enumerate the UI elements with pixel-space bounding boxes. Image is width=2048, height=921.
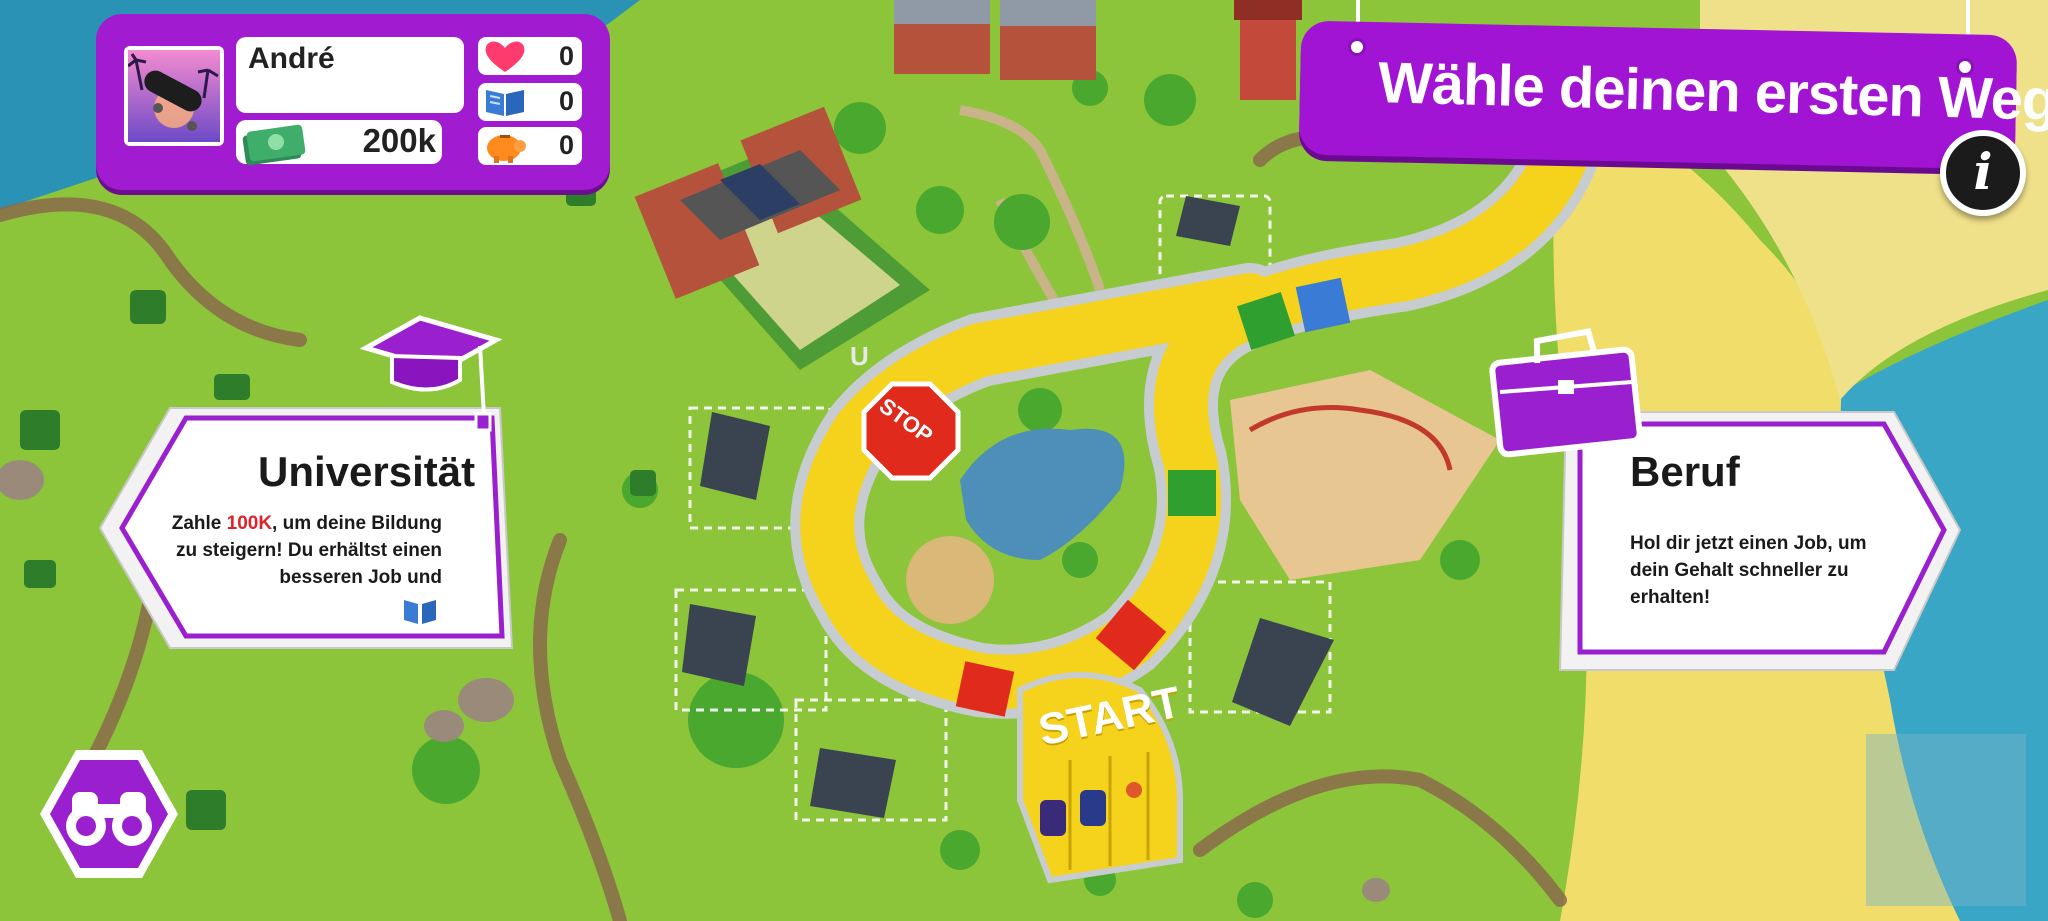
career-card[interactable]	[1480, 328, 1962, 680]
career-title: Beruf	[1630, 448, 1740, 495]
career-description: Hol dir jetzt einen Job, um dein Gehalt …	[1630, 533, 1867, 608]
money-value: 200k	[362, 122, 436, 159]
university-desc-pre: Zahle	[171, 513, 227, 534]
money-stack-icon	[242, 124, 306, 166]
education-value: 0	[558, 86, 574, 116]
savings-value: 0	[558, 130, 574, 160]
university-description: Zahle 100K, um deine Bildung zu steigern…	[170, 510, 442, 591]
player-name: André	[248, 42, 335, 75]
heart-icon	[485, 41, 525, 72]
hearts-value: 0	[558, 41, 574, 71]
player-avatar[interactable]	[124, 46, 224, 146]
skateboard-avatar-icon	[128, 50, 220, 142]
banner-pin-left	[1348, 38, 1366, 56]
university-title: Universität	[258, 448, 476, 495]
info-button[interactable]: i	[1940, 130, 2026, 216]
piggy-bank-icon	[487, 135, 526, 163]
svg-text:U: U	[850, 341, 869, 371]
corner-overlay	[1866, 734, 2026, 906]
binoculars-button[interactable]	[36, 746, 182, 882]
university-card[interactable]	[98, 315, 532, 678]
briefcase-icon	[1489, 328, 1643, 458]
book-icon	[486, 90, 524, 116]
university-price: 100K	[226, 513, 273, 534]
